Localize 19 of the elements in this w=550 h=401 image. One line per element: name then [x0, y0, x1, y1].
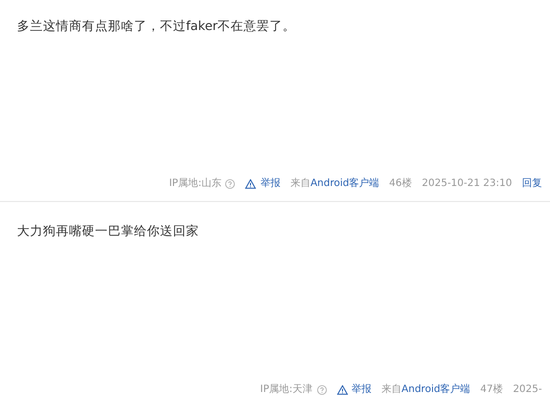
report-link[interactable]: 举报 [352, 382, 372, 397]
help-icon[interactable] [225, 178, 236, 188]
client-link[interactable]: Android客户端 [310, 178, 380, 189]
report-link[interactable]: 举报 [260, 176, 280, 191]
comment-text: 大力狗再嘴硬一巴掌给你送回家 [17, 222, 200, 240]
post-time: 2025-10-21 23:10 [422, 177, 512, 191]
floor-number: 47楼 [480, 382, 503, 397]
floor-number: 46楼 [389, 176, 412, 191]
post-time: 2025- [512, 383, 542, 397]
source-label: 来自 [290, 178, 310, 189]
ip-location: IP属地:天津 [260, 382, 313, 397]
ip-location: IP属地:山东 [169, 176, 222, 191]
reply-link[interactable]: 回复 [522, 176, 542, 191]
help-icon[interactable] [316, 384, 327, 394]
comment-text: 多兰这情商有点那啥了，不过faker不在意罢了。 [17, 17, 297, 35]
warning-icon [245, 178, 256, 188]
client-link[interactable]: Android客户端 [402, 384, 470, 395]
warning-icon [336, 384, 348, 394]
source-label: 来自 [382, 384, 402, 395]
